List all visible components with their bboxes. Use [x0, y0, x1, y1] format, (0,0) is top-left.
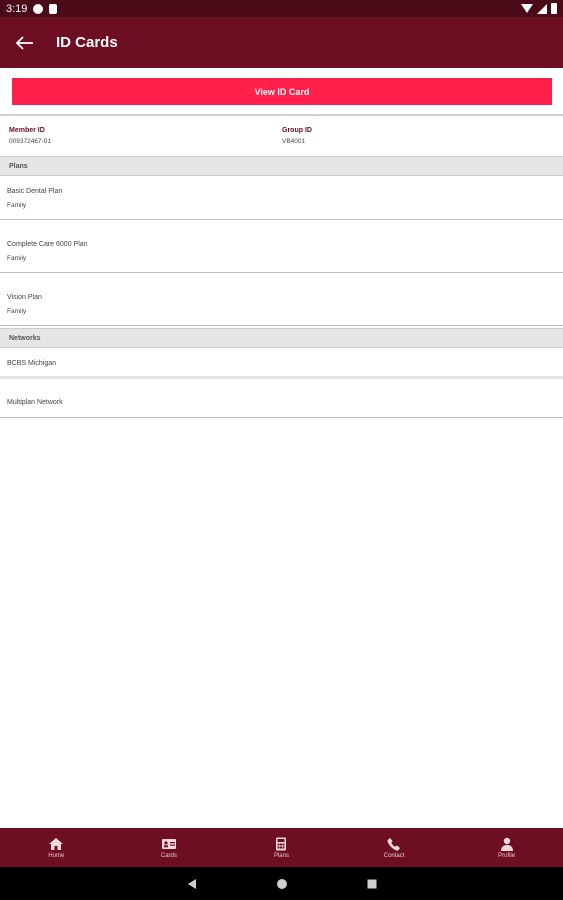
nav-plans-label: Plans: [273, 852, 289, 859]
card-icon: [161, 838, 176, 849]
id-info: Member ID 009372467-01 Group ID VB4001: [0, 118, 563, 156]
member-id-value: 009372467-01: [9, 138, 51, 145]
arrow-left-icon: [16, 35, 33, 50]
nav-cards-label: Cards: [160, 852, 177, 859]
group-id-label: Group ID: [282, 127, 312, 134]
system-recents-button[interactable]: [366, 878, 378, 890]
sim-icon: [49, 3, 58, 14]
notification-icon: [33, 3, 44, 14]
system-back-button[interactable]: [186, 878, 198, 890]
bottom-nav: Home Cards Plans Contact Profile: [0, 828, 563, 867]
nav-contact-label: Contact: [383, 852, 405, 859]
app-bar: ID Cards: [0, 17, 563, 68]
plan-coverage: Family: [7, 255, 27, 262]
calculator-icon: [276, 837, 287, 850]
plan-row-dental[interactable]: Basic Dental Plan Family: [0, 176, 563, 220]
triangle-back-icon: [187, 878, 196, 889]
nav-profile-label: Profile: [498, 852, 516, 859]
person-icon: [500, 837, 513, 851]
network-name: BCBS Michigan: [7, 360, 57, 367]
member-id-label: Member ID: [9, 127, 45, 134]
wifi-icon: [521, 4, 533, 13]
nav-cards[interactable]: Cards: [113, 828, 226, 867]
status-bar: 3:19: [0, 0, 563, 17]
system-nav-bar: [0, 867, 563, 900]
status-time: 3:19: [6, 2, 28, 15]
plan-coverage: Family: [7, 202, 27, 209]
square-recents-icon: [367, 879, 376, 888]
nav-profile[interactable]: Profile: [450, 828, 563, 867]
home-icon: [49, 837, 64, 850]
group-id-value: VB4001: [282, 138, 306, 145]
plan-name: Complete Care 6000 Plan: [7, 241, 88, 248]
nav-home-label: Home: [48, 852, 65, 859]
view-id-card-button[interactable]: View ID Card: [12, 78, 552, 105]
view-card-section: View ID Card: [0, 68, 563, 116]
status-right: [521, 3, 557, 14]
nav-contact[interactable]: Contact: [338, 828, 451, 867]
back-button[interactable]: [0, 17, 50, 68]
network-row-multiplan[interactable]: Multiplan Network: [0, 379, 563, 418]
status-left: 3:19: [6, 2, 58, 15]
network-name: Multiplan Network: [7, 399, 63, 406]
nav-home[interactable]: Home: [0, 828, 113, 867]
nav-plans[interactable]: Plans: [225, 828, 338, 867]
member-id-block: Member ID 009372467-01: [9, 127, 51, 145]
network-row-bcbs[interactable]: BCBS Michigan: [0, 348, 563, 379]
plan-name: Vision Plan: [7, 294, 42, 301]
plan-name: Basic Dental Plan: [7, 188, 63, 195]
plan-row-vision[interactable]: Vision Plan Family: [0, 273, 563, 326]
page-title: ID Cards: [56, 34, 118, 51]
plans-header: Plans: [0, 156, 563, 176]
battery-icon: [551, 3, 557, 14]
signal-icon: [537, 3, 547, 14]
system-home-button[interactable]: [276, 878, 288, 890]
phone-icon: [387, 837, 400, 851]
plan-row-complete-care[interactable]: Complete Care 6000 Plan Family: [0, 220, 563, 273]
networks-header: Networks: [0, 328, 563, 348]
plan-coverage: Family: [7, 308, 27, 315]
group-id-block: Group ID VB4001: [282, 127, 312, 145]
circle-home-icon: [276, 878, 287, 889]
